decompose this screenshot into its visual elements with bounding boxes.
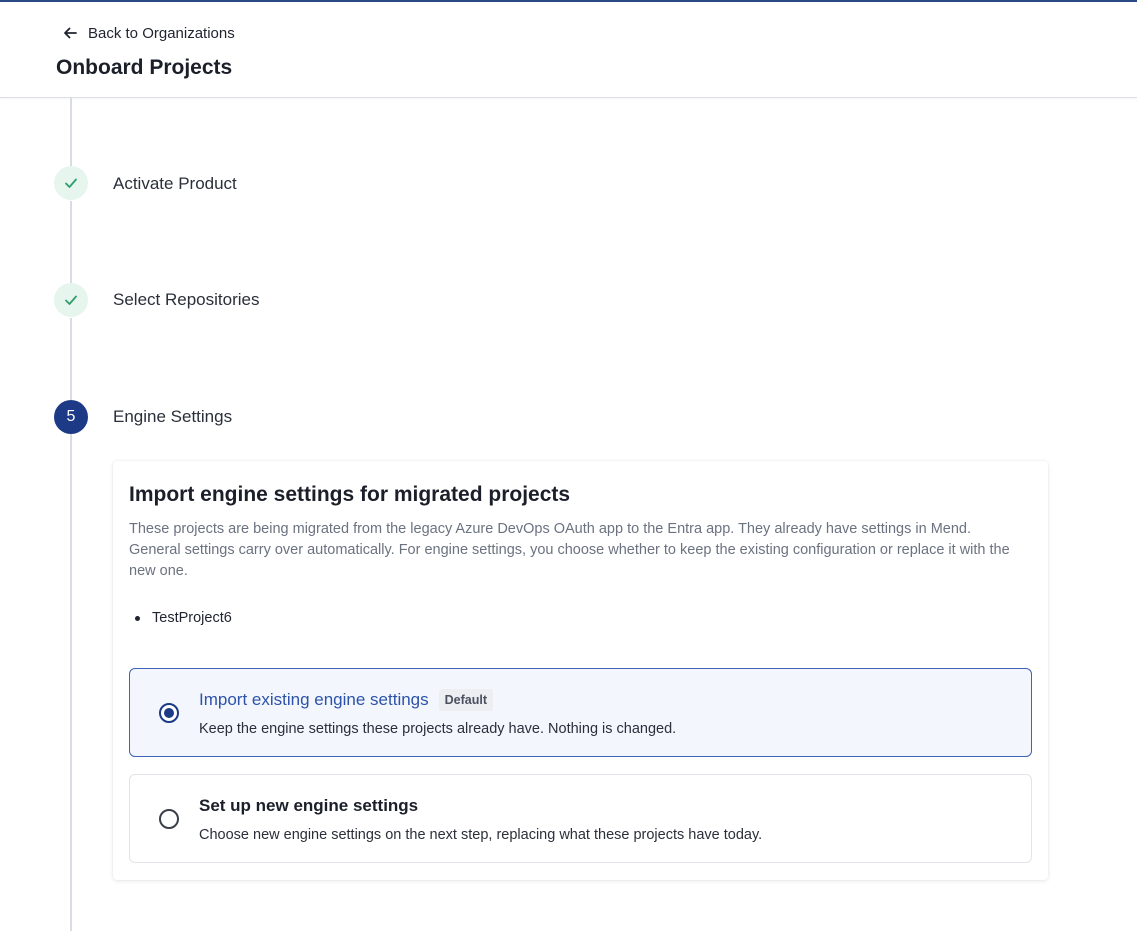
option-description: Keep the engine settings these projects … (199, 721, 677, 737)
radio-selected-dot (164, 708, 174, 718)
bullet-icon (135, 615, 140, 621)
option-import-existing[interactable]: Import existing engine settings Default … (129, 668, 1032, 757)
option-title: Import existing engine settings (199, 690, 429, 709)
project-name: TestProject6 (152, 610, 232, 626)
stepper-rail (70, 318, 72, 400)
step-complete-indicator (54, 166, 88, 200)
radio-setup-new[interactable] (159, 809, 179, 829)
card-description: These projects are being migrated from t… (129, 521, 1010, 579)
step-number-indicator: 5 (54, 400, 88, 434)
option-title: Set up new engine settings (199, 796, 419, 815)
step-label-activate-product: Activate Product (113, 174, 237, 193)
check-icon (65, 295, 77, 305)
step-label-engine-settings: Engine Settings (113, 407, 233, 426)
default-badge: Default (438, 689, 493, 711)
engine-settings-card: Import engine settings for migrated proj… (113, 461, 1048, 880)
option-title-row: Set up new engine settings (199, 794, 418, 818)
stepper-rail (70, 201, 72, 283)
step-complete-indicator (54, 283, 88, 317)
radio-import-existing[interactable] (159, 703, 179, 723)
arrow-left-icon (64, 27, 77, 39)
page-header: Back to Organizations Onboard Projects (0, 2, 1137, 98)
list-item: TestProject6 (135, 607, 232, 629)
page-title: Onboard Projects (56, 56, 233, 79)
stepper-rail (70, 434, 72, 931)
option-description: Choose new engine settings on the next s… (199, 827, 763, 843)
check-icon (65, 178, 77, 188)
option-title-row: Import existing engine settings Default (199, 688, 493, 712)
card-title: Import engine settings for migrated proj… (129, 483, 571, 506)
step-label-select-repositories: Select Repositories (113, 290, 260, 309)
option-setup-new[interactable]: Set up new engine settings Choose new en… (129, 774, 1032, 863)
back-to-organizations-link[interactable]: Back to Organizations (62, 22, 235, 44)
back-link-label: Back to Organizations (88, 24, 235, 42)
stepper-rail (70, 98, 72, 166)
project-list: TestProject6 (135, 607, 232, 629)
